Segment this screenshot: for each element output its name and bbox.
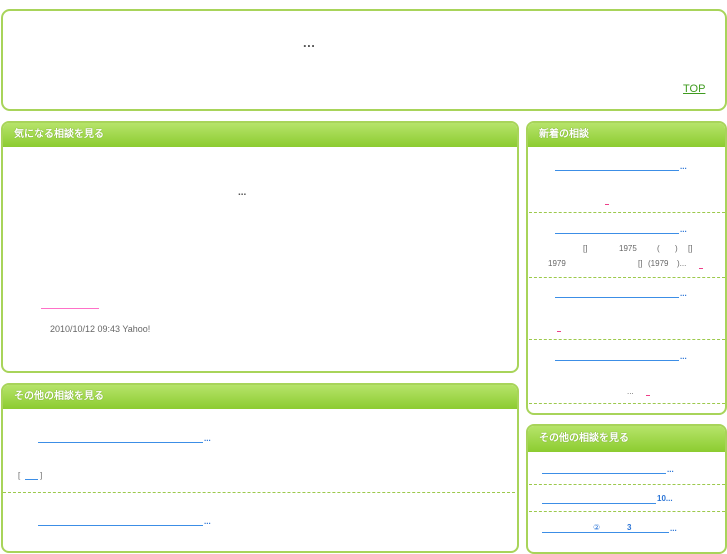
newest-snippet-token-2: [] <box>688 244 693 253</box>
newest-panel-title: 新着の相談 <box>528 123 725 147</box>
newest-item-tag-2[interactable] <box>699 268 703 269</box>
others-side-panel: その他の相談を見る <box>526 424 727 554</box>
newest-snippet-paren-close: ) <box>675 244 678 253</box>
site-header <box>1 9 727 111</box>
others-panel-title: その他の相談を見る <box>3 385 517 409</box>
featured-panel-title: 気になる相談を見る <box>3 123 517 147</box>
featured-author-link[interactable] <box>41 308 99 309</box>
newest-item-tag-1[interactable] <box>605 204 609 205</box>
newest-item-ellipsis-2: ... <box>680 225 687 234</box>
newest-snippet-year-3: (1979 <box>648 259 669 268</box>
others-side-number: 3 <box>627 523 632 532</box>
newest-item-link-3[interactable] <box>555 297 679 298</box>
others-side-link-2[interactable] <box>542 503 656 504</box>
others-side-ellipsis-1: ... <box>667 465 674 474</box>
newest-panel: 新着の相談 <box>526 121 727 415</box>
newest-item-ellipsis-4: ... <box>680 352 687 361</box>
others-separator <box>3 492 515 493</box>
others-item-ellipsis: ... <box>204 434 211 443</box>
newest-snippet-paren-open: ( <box>657 244 660 253</box>
featured-question-text: ... <box>238 187 247 198</box>
newest-item-link-1[interactable] <box>555 170 679 171</box>
others-item-bracket-open: [ <box>18 471 21 480</box>
others-side-separator-2 <box>529 511 725 512</box>
others-panel: その他の相談を見る <box>1 383 519 553</box>
newest-item-ellipsis-3: ... <box>680 289 687 298</box>
newest-item-ellipsis-1: ... <box>680 162 687 171</box>
newest-snippet-token: [] <box>583 244 588 253</box>
newest-snippet-4: ... <box>627 387 634 396</box>
others-side-panel-title: その他の相談を見る <box>528 426 725 452</box>
newest-item-link-4[interactable] <box>555 360 679 361</box>
newest-item-tag-4[interactable] <box>646 395 650 396</box>
newest-separator-4 <box>529 403 725 404</box>
others-item-category-link[interactable] <box>25 479 38 480</box>
newest-separator-1 <box>529 212 725 213</box>
others-side-separator-1 <box>529 484 725 485</box>
newest-separator-2 <box>529 277 725 278</box>
newest-snippet-more: )... <box>677 259 687 268</box>
others-side-link-1[interactable] <box>542 473 666 474</box>
featured-meta: 2010/10/12 09:43 Yahoo! <box>50 324 151 334</box>
newest-item-tag-3[interactable] <box>557 331 561 332</box>
others-side-text-2: 10... <box>657 494 673 503</box>
newest-item-link-2[interactable] <box>555 233 679 234</box>
featured-panel: 気になる相談を見る <box>1 121 519 373</box>
others-side-circled: ② <box>593 523 601 532</box>
others-item-link[interactable] <box>38 442 203 443</box>
header-title: ... <box>303 35 316 50</box>
top-link[interactable]: TOP <box>683 83 705 95</box>
others-item-link-2[interactable] <box>38 525 203 526</box>
newest-snippet-token-3: [] <box>638 259 643 268</box>
others-item-bracket-close: ] <box>40 471 43 480</box>
newest-snippet-year: 1975 <box>619 244 637 253</box>
others-item-ellipsis-2: ... <box>204 517 211 526</box>
newest-snippet-year-2: 1979 <box>548 259 566 268</box>
newest-separator-3 <box>529 339 725 340</box>
others-side-ellipsis-3: ... <box>670 524 677 533</box>
others-side-link-3[interactable] <box>542 532 669 533</box>
